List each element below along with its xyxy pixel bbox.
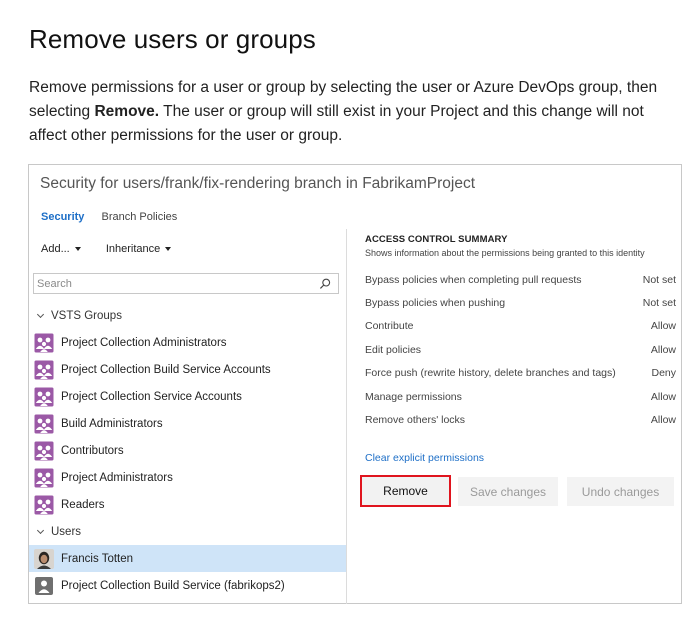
permission-value: Allow [650,390,676,403]
group-icon [34,360,54,379]
group-icon [34,441,54,460]
acs-title: ACCESS CONTROL SUMMARY [365,234,508,245]
permission-name: Bypass policies when completing pull req… [365,273,582,286]
permission-row: Force push (rewrite history, delete bran… [365,362,683,385]
user-name: Francis Totten [61,552,134,565]
tab-branch-policies[interactable]: Branch Policies [101,211,177,223]
article-title: Remove users or groups [29,24,316,54]
permission-value: Allow [650,320,676,333]
group-icon [34,387,54,406]
group-name: Project Collection Service Accounts [61,390,242,403]
acs-subtitle: Shows information about the permissions … [365,248,645,258]
chevron-down-icon [36,310,45,318]
chevron-down-icon [165,247,172,252]
group-icon [34,414,54,433]
add-label: Add... [41,243,70,255]
permission-value: Deny [651,367,676,380]
permission-name: Contribute [365,320,414,333]
permission-value: Allow [650,343,676,356]
group-icon [34,333,54,352]
group-icon [34,495,54,514]
identity-tree: VSTS Groups Project Collection Administr… [29,302,346,599]
permission-name: Bypass policies when pushing [365,297,506,310]
chevron-down-icon [74,247,81,252]
user-row-francis-totten[interactable]: Francis Totten [29,545,346,572]
group-name: Readers [61,498,105,511]
permission-list: Bypass policies when completing pull req… [365,268,683,432]
permission-value: Not set [642,273,676,286]
clear-explicit-permissions-link[interactable]: Clear explicit permissions [365,452,484,464]
permission-row: Edit policies Allow [365,338,683,361]
vsts-groups-label: VSTS Groups [51,309,122,322]
remove-button[interactable]: Remove [360,475,451,507]
permission-row: Manage permissions Allow [365,385,683,408]
group-row[interactable]: Build Administrators [29,410,346,437]
tab-security[interactable]: Security [41,211,84,223]
permission-value: Not set [642,297,676,310]
add-dropdown[interactable]: Add... [41,243,81,255]
service-account-icon [35,576,53,595]
user-avatar-photo [34,548,54,569]
dialog-title: Security for users/frank/fix-rendering b… [40,175,476,192]
permission-row: Contribute Allow [365,315,683,338]
save-changes-button[interactable]: Save changes [458,477,558,506]
search-box [33,273,339,294]
permission-value: Allow [650,414,676,427]
inheritance-dropdown[interactable]: Inheritance [105,243,172,255]
permission-name: Remove others' locks [365,414,466,427]
permission-row: Remove others' locks Allow [365,408,683,431]
dialog-tabs: Security Branch Policies [41,211,191,223]
user-name: Project Collection Build Service (fabrik… [61,579,285,592]
chevron-down-icon [36,526,45,534]
group-name: Project Collection Build Service Account… [61,363,271,376]
group-row[interactable]: Contributors [29,437,346,464]
access-control-summary: ACCESS CONTROL SUMMARY Shows information… [365,234,683,432]
search-input[interactable] [34,274,314,294]
permission-name: Edit policies [365,343,422,356]
undo-changes-button[interactable]: Undo changes [567,477,674,506]
users-label: Users [51,525,82,538]
permission-row: Bypass policies when completing pull req… [365,268,683,291]
group-row[interactable]: Project Collection Build Service Account… [29,356,346,383]
permission-name: Manage permissions [365,390,462,403]
group-icon [34,468,54,487]
toolbar: Add... Inheritance [41,243,193,255]
inheritance-label: Inheritance [105,243,161,255]
search-icon[interactable] [318,277,332,291]
security-dialog-screenshot: Security for users/frank/fix-rendering b… [28,164,682,604]
panel-divider [346,229,347,604]
paragraph-bold-remove: Remove. [94,103,160,120]
group-name: Project Collection Administrators [61,336,227,349]
users-header[interactable]: Users [29,518,346,545]
group-name: Contributors [61,444,124,457]
group-name: Build Administrators [61,417,163,430]
group-row[interactable]: Project Administrators [29,464,346,491]
permission-name: Force push (rewrite history, delete bran… [365,367,616,380]
group-row[interactable]: Project Collection Service Accounts [29,383,346,410]
user-row-build-service[interactable]: Project Collection Build Service (fabrik… [29,572,346,599]
group-row[interactable]: Project Collection Administrators [29,329,346,356]
vsts-groups-header[interactable]: VSTS Groups [29,302,346,329]
group-name: Project Administrators [61,471,173,484]
article-paragraph: Remove permissions for a user or group b… [29,76,681,148]
permission-row: Bypass policies when pushing Not set [365,291,683,314]
group-row[interactable]: Readers [29,491,346,518]
